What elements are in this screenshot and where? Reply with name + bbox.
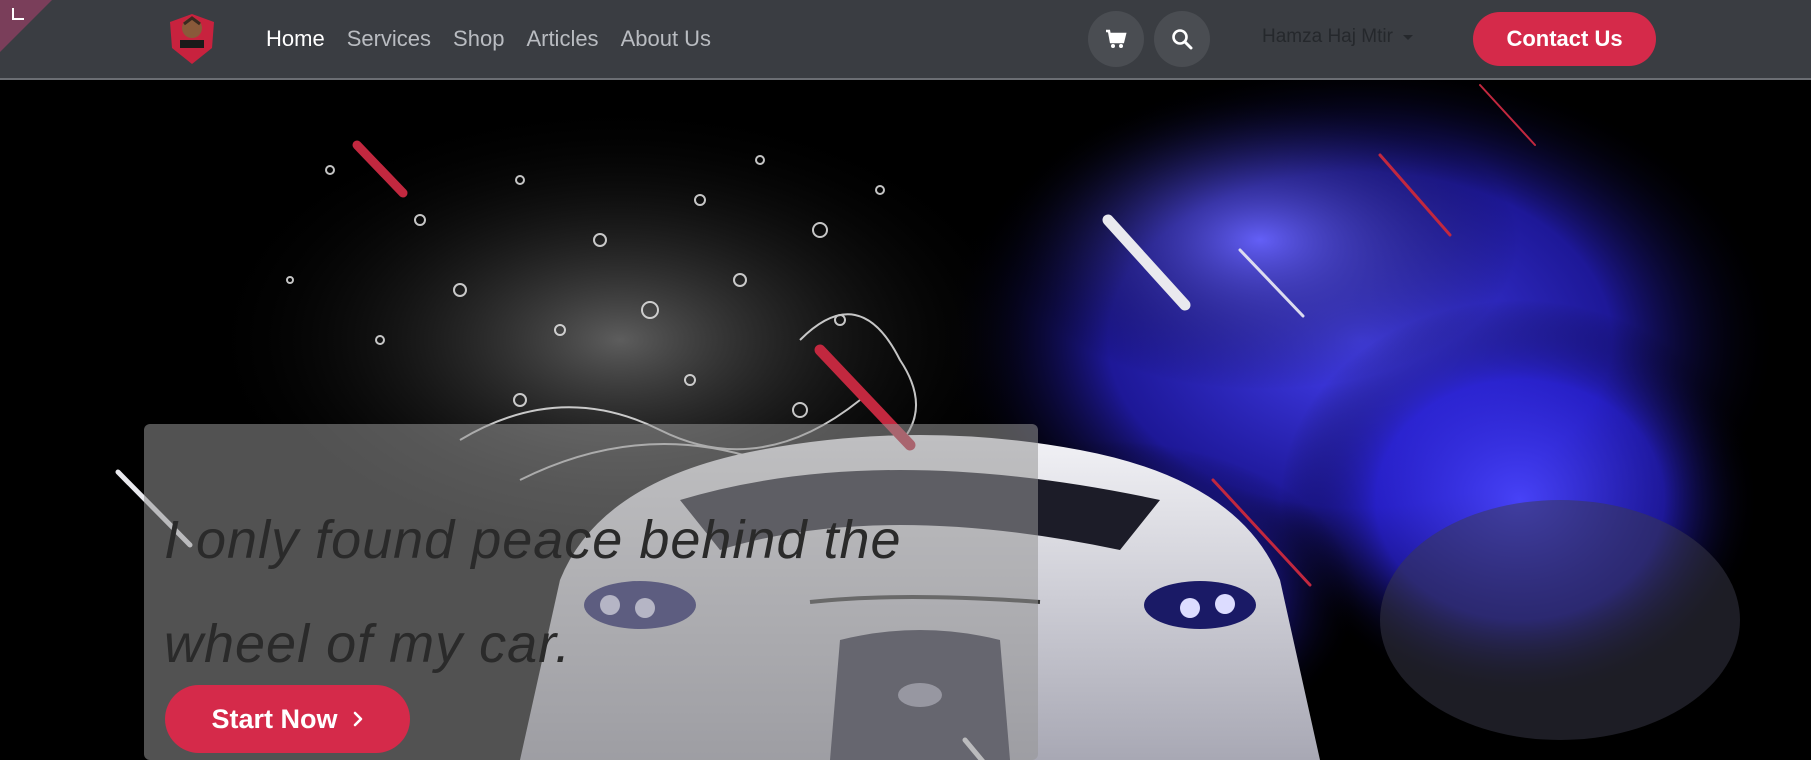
chevron-right-icon [353, 711, 362, 727]
navbar: Home Services Shop Articles About Us Ham… [0, 0, 1811, 80]
nav-link-about-us[interactable]: About Us [621, 22, 712, 56]
cart-button[interactable] [1088, 11, 1144, 67]
main-nav: Home Services Shop Articles About Us [266, 22, 733, 56]
corner-ribbon [0, 0, 52, 52]
user-name: Hamza Haj Mtir [1262, 26, 1393, 47]
search-button[interactable] [1154, 11, 1210, 67]
corner-icon [12, 8, 24, 20]
start-now-label: Start Now [211, 703, 338, 734]
search-icon [1172, 29, 1193, 50]
brand-logo[interactable] [166, 10, 218, 68]
hero-quote: I only found peace behind the wheel of m… [164, 510, 902, 674]
cart-icon [1106, 29, 1127, 48]
user-dropdown[interactable]: Hamza Haj Mtir [1262, 26, 1413, 48]
start-now-button[interactable]: Start Now [165, 685, 410, 753]
nav-link-shop[interactable]: Shop [453, 22, 504, 56]
nav-link-home[interactable]: Home [266, 22, 325, 56]
chevron-down-icon [1402, 34, 1413, 40]
nav-link-services[interactable]: Services [347, 22, 431, 56]
contact-us-button[interactable]: Contact Us [1473, 12, 1656, 66]
nav-link-articles[interactable]: Articles [526, 22, 598, 56]
